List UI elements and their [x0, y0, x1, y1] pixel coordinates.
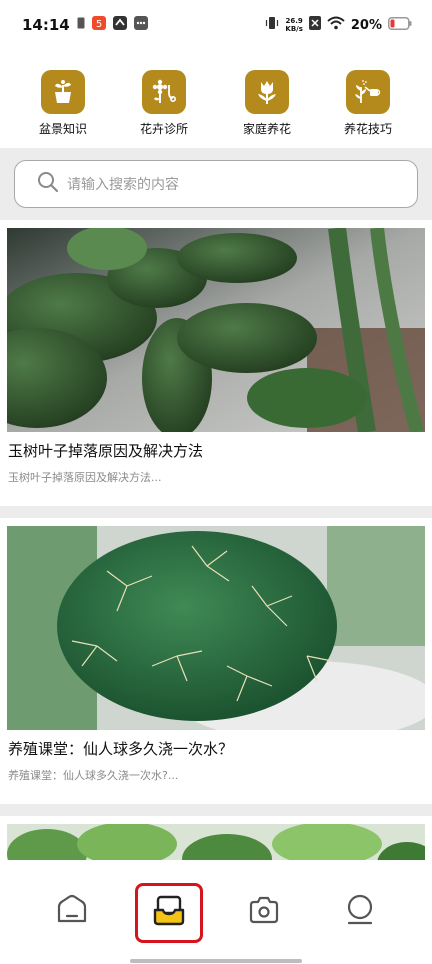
data-off-icon — [308, 16, 321, 34]
feed-divider — [0, 804, 432, 816]
category-nav: 盆景知识 花卉诊所 家庭养花 养花技巧 — [0, 70, 432, 140]
category-flower-clinic[interactable]: 花卉诊所 — [119, 70, 209, 137]
home-indicator — [130, 959, 302, 963]
article-feed: 玉树叶子掉落原因及解决方法 玉树叶子掉落原因及解决方法... 养殖课堂：仙人球多… — [0, 220, 432, 860]
wifi-icon — [327, 16, 345, 34]
bottom-tab-bar — [0, 860, 432, 964]
active-tab-highlight — [135, 883, 203, 943]
battery-percent: 20% — [350, 17, 382, 33]
battery-icon — [388, 16, 412, 34]
cactus-photo — [7, 526, 425, 730]
flower-clinic-icon — [142, 70, 186, 114]
tulip-icon — [245, 70, 289, 114]
net-speed: 26.9 KB/s — [285, 17, 303, 33]
vibrate-icon — [265, 16, 279, 34]
search-input[interactable]: 请输入搜索的内容 — [14, 160, 418, 208]
jade-plant-photo — [7, 228, 425, 432]
article-title: 养殖课堂：仙人球多久浇一次水？ — [8, 740, 234, 758]
tab-profile[interactable] — [340, 890, 380, 930]
status-time: 14:14 — [22, 16, 70, 34]
message-app-icon — [133, 16, 148, 34]
article-card[interactable]: 养殖课堂：仙人球多久浇一次水？ 养殖课堂：仙人球多久浇一次水?... — [0, 518, 432, 804]
green-plant-photo — [7, 824, 425, 860]
article-summary: 玉树叶子掉落原因及解决方法... — [8, 471, 162, 484]
feed-divider — [0, 506, 432, 518]
potted-plant-icon — [41, 70, 85, 114]
article-title: 玉树叶子掉落原因及解决方法 — [8, 442, 204, 460]
category-home-gardening[interactable]: 家庭养花 — [222, 70, 312, 137]
app-notification-icon: 5 — [91, 16, 106, 34]
category-gardening-tips[interactable]: 养花技巧 — [323, 70, 413, 137]
search-icon — [37, 171, 59, 197]
link-app-icon — [112, 16, 127, 34]
article-card[interactable] — [0, 816, 432, 860]
user-icon — [347, 894, 373, 925]
home-icon — [57, 894, 87, 923]
svg-text:5: 5 — [96, 19, 102, 30]
camera-icon — [249, 896, 279, 924]
category-bonsai[interactable]: 盆景知识 — [18, 70, 108, 137]
tab-home[interactable] — [52, 890, 92, 930]
sim-icon — [77, 17, 85, 33]
search-placeholder: 请输入搜索的内容 — [67, 177, 179, 193]
article-card[interactable]: 玉树叶子掉落原因及解决方法 玉树叶子掉落原因及解决方法... — [0, 220, 432, 506]
watering-can-icon — [346, 70, 390, 114]
article-summary: 养殖课堂：仙人球多久浇一次水?... — [8, 769, 179, 782]
status-bar: 14:14 5 26.9 KB/s 20% — [0, 0, 432, 50]
search-section: 请输入搜索的内容 — [0, 148, 432, 220]
tab-camera[interactable] — [244, 890, 284, 930]
